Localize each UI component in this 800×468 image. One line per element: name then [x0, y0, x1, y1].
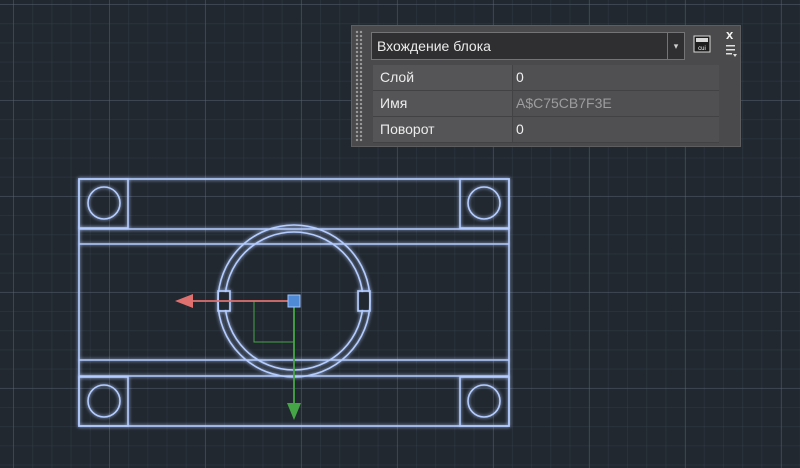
- property-row-layer[interactable]: Слой 0: [373, 65, 719, 91]
- property-label: Имя: [373, 91, 513, 116]
- bolt-hole-top-right: [467, 186, 501, 220]
- properties-table: Слой 0 Имя A$C75CB7F3E Поворот 0: [373, 65, 719, 143]
- insertion-grip[interactable]: [287, 294, 301, 308]
- property-row-name: Имя A$C75CB7F3E: [373, 91, 719, 117]
- bore-key-mask-right: [359, 292, 369, 310]
- property-value-layer[interactable]: 0: [513, 65, 719, 90]
- property-value-name: A$C75CB7F3E: [513, 91, 719, 116]
- ucs-gizmo[interactable]: [175, 294, 301, 420]
- cui-icon[interactable]: cui: [693, 34, 711, 54]
- property-label: Поворот: [373, 117, 513, 142]
- object-type-select[interactable]: Вхождение блока ▾: [371, 32, 685, 60]
- cui-caption: cui: [698, 46, 706, 52]
- options-menu-icon[interactable]: [726, 44, 737, 58]
- bolt-hole-top-left: [87, 186, 121, 220]
- close-icon[interactable]: x: [726, 28, 733, 42]
- bolt-hole-bottom-right: [467, 384, 501, 418]
- property-label: Слой: [373, 65, 513, 90]
- quick-properties-panel: Вхождение блока ▾ cui x Слой 0 Имя A$C75…: [351, 25, 741, 147]
- object-type-value: Вхождение блока: [377, 38, 491, 54]
- drag-grip-icon[interactable]: [355, 30, 363, 142]
- property-row-rotation[interactable]: Поворот 0: [373, 117, 719, 143]
- chevron-down-icon[interactable]: ▾: [667, 33, 684, 59]
- property-value-rotation[interactable]: 0: [513, 117, 719, 142]
- ucs-y-arrow-icon[interactable]: [287, 403, 301, 420]
- bolt-hole-bottom-left: [87, 384, 121, 418]
- ucs-x-arrow-icon[interactable]: [175, 294, 193, 308]
